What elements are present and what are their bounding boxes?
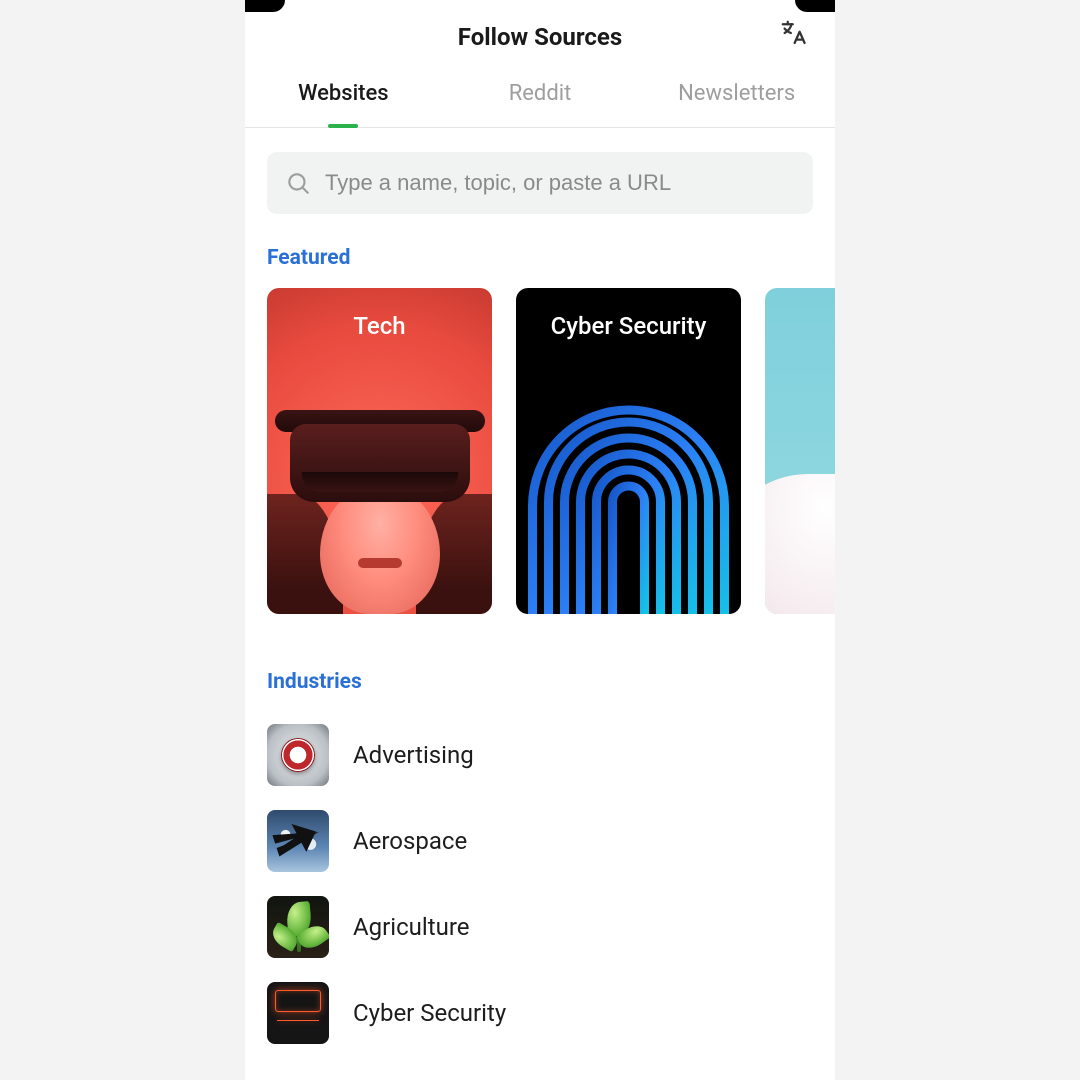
- airplane-icon: [267, 810, 329, 872]
- fingerprint-icon: [516, 384, 741, 614]
- tabs: Websites Reddit Newsletters: [245, 60, 835, 128]
- tab-label: Newsletters: [678, 81, 795, 106]
- industry-label: Aerospace: [353, 827, 467, 855]
- industry-label: Cyber Security: [353, 999, 506, 1027]
- featured-card-label: Cyber Security: [516, 312, 741, 340]
- list-item[interactable]: Cyber Security: [267, 970, 813, 1056]
- industry-label: Agriculture: [353, 913, 469, 941]
- translate-button[interactable]: [777, 16, 811, 50]
- industry-thumb-aerospace: [267, 810, 329, 872]
- page-title: Follow Sources: [458, 23, 622, 51]
- tab-newsletters[interactable]: Newsletters: [638, 60, 835, 127]
- industry-thumb-cyber-security: [267, 982, 329, 1044]
- featured-card-tech[interactable]: Tech: [267, 288, 492, 614]
- tab-label: Websites: [298, 81, 389, 106]
- search-input[interactable]: [325, 170, 795, 196]
- list-item[interactable]: Agriculture: [267, 884, 813, 970]
- search-icon: [285, 170, 311, 196]
- tech-illustration: [267, 354, 492, 614]
- featured-card-cyber-security[interactable]: Cyber Security: [516, 288, 741, 614]
- section-title-featured: Featured: [267, 246, 813, 270]
- featured-card-label: Tech: [267, 312, 492, 340]
- content: Featured Tech: [245, 128, 835, 1056]
- list-item[interactable]: Advertising: [267, 712, 813, 798]
- industry-thumb-agriculture: [267, 896, 329, 958]
- tab-reddit[interactable]: Reddit: [442, 60, 639, 127]
- featured-card-partial[interactable]: M: [765, 288, 835, 614]
- featured-card-label: M: [765, 312, 835, 340]
- bowl-illustration: [765, 474, 835, 614]
- tab-label: Reddit: [509, 81, 572, 106]
- list-item[interactable]: Aerospace: [267, 798, 813, 884]
- header: Follow Sources: [245, 0, 835, 60]
- industry-list: Advertising Aerospace Agriculture: [245, 712, 835, 1056]
- translate-icon: [779, 18, 809, 48]
- featured-row[interactable]: Tech: [245, 288, 835, 614]
- section-title-industries: Industries: [267, 670, 813, 694]
- tab-websites[interactable]: Websites: [245, 60, 442, 127]
- search-bar[interactable]: [267, 152, 813, 214]
- industry-label: Advertising: [353, 741, 474, 769]
- industry-thumb-advertising: [267, 724, 329, 786]
